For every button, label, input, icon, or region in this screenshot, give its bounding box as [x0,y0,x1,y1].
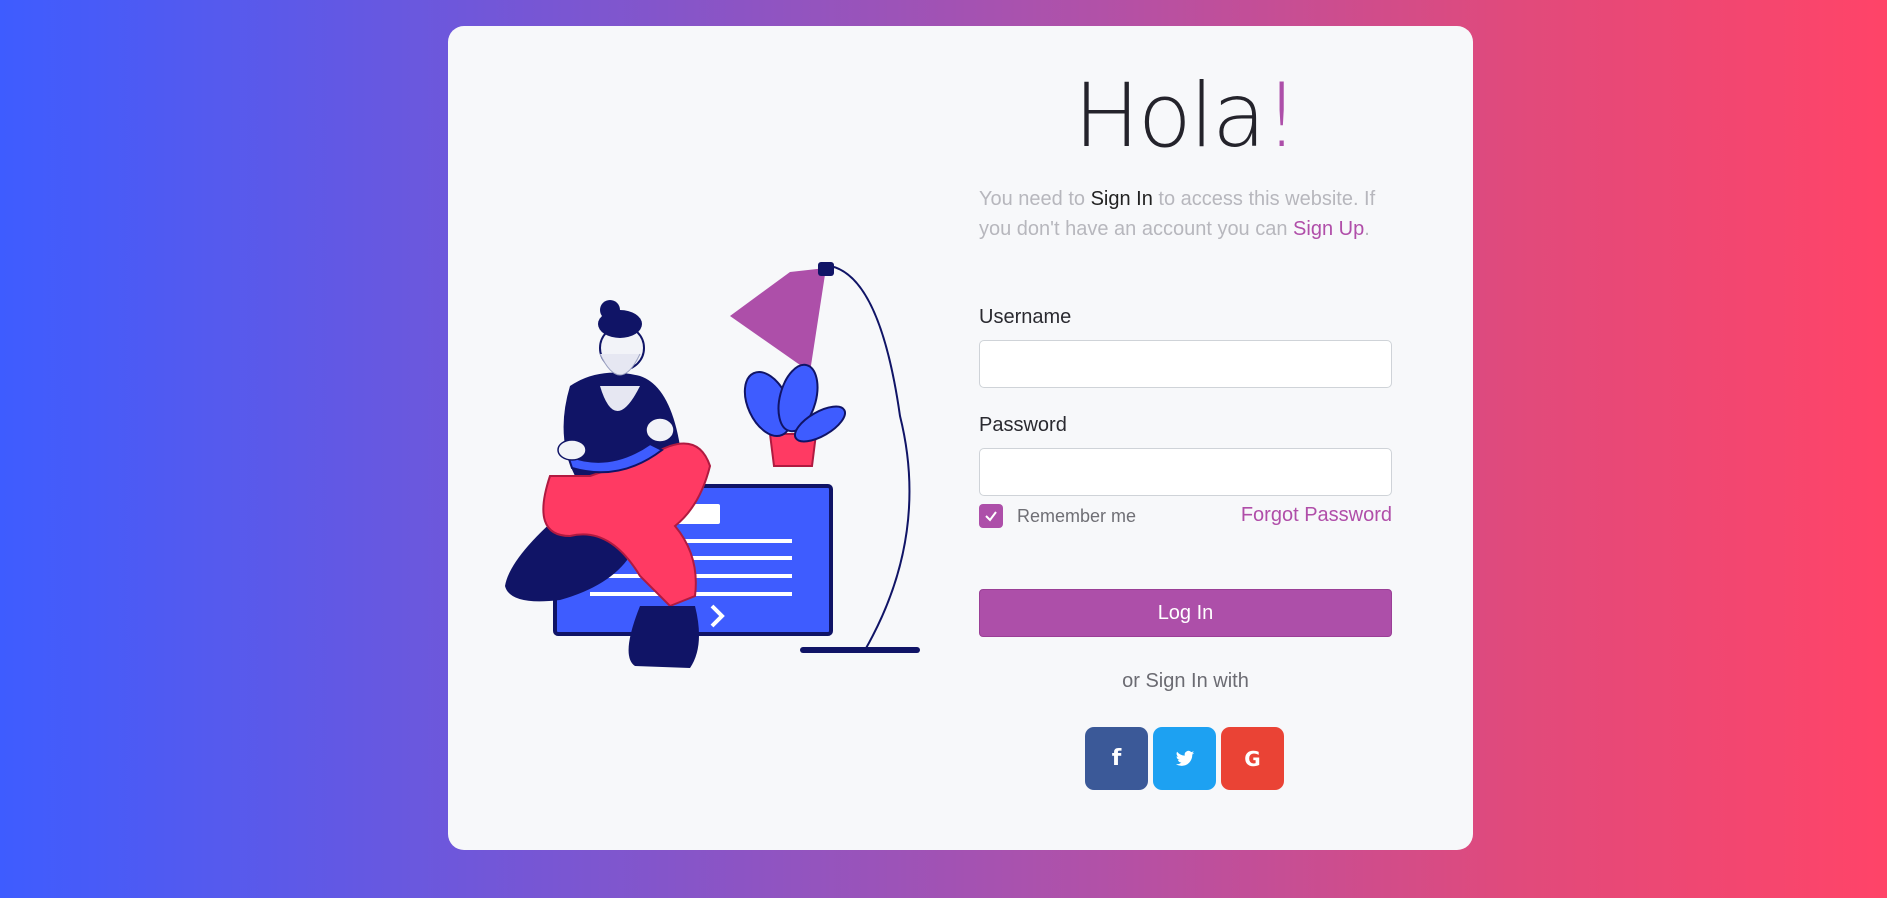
remember-me[interactable]: Remember me [979,504,1136,528]
twitter-icon [1175,750,1194,766]
title-text: Hola [1073,64,1266,167]
lamp-base [800,647,920,653]
lamp-shade [730,268,826,372]
remember-checkbox[interactable] [979,504,1003,528]
social-login-buttons: f G [1085,727,1284,790]
login-card: Hola! You need to Sign In to access this… [448,26,1473,850]
woman-shoe [628,606,699,668]
sign-up-link[interactable]: Sign Up [1293,218,1364,240]
forgot-password-link[interactable]: Forgot Password [1241,504,1392,527]
password-label: Password [979,414,1067,436]
username-input[interactable] [979,340,1392,388]
facebook-login-button[interactable]: f [1085,727,1148,790]
facebook-icon: f [1111,746,1122,771]
intro-part-1: You need to [979,188,1091,210]
or-sign-in-with: or Sign In with [1122,670,1249,692]
google-login-button[interactable]: G [1221,727,1284,790]
login-button[interactable]: Log In [979,589,1392,637]
intro-text: You need to Sign In to access this websi… [979,184,1392,244]
lamp-arm [829,265,911,651]
intro-sign-in: Sign In [1090,188,1153,210]
check-icon [985,511,997,522]
password-input[interactable] [979,448,1392,496]
page-title: Hola! [979,72,1392,160]
reading-woman-illustration [505,262,920,668]
username-label: Username [979,306,1072,328]
intro-part-3: . [1364,218,1370,240]
google-icon: G [1244,746,1261,771]
title-accent: ! [1264,64,1299,167]
twitter-login-button[interactable] [1153,727,1216,790]
remember-label: Remember me [1017,505,1137,526]
